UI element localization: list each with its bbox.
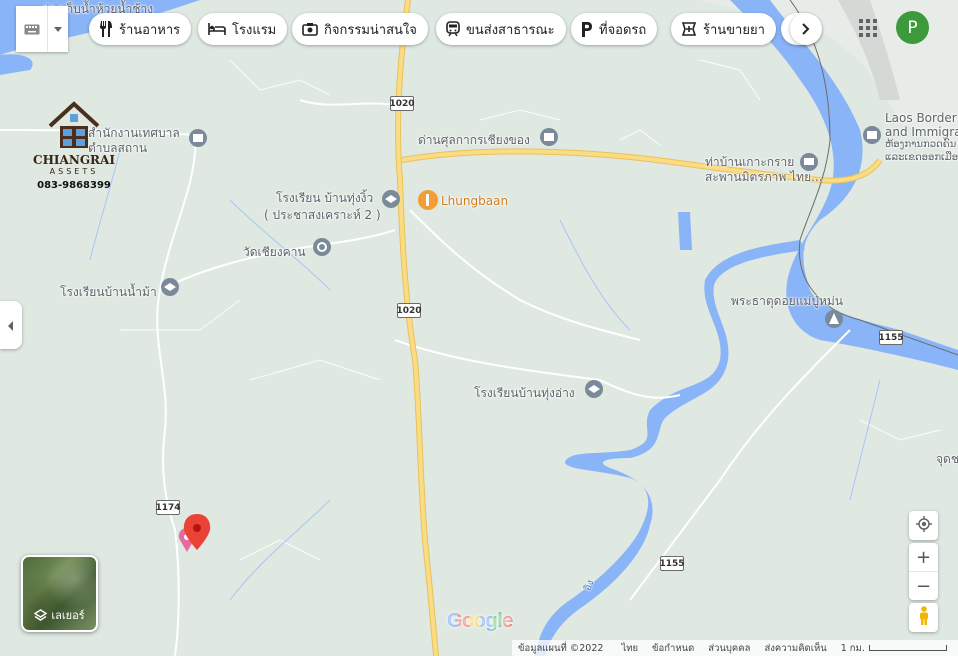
pharmacy-icon xyxy=(681,21,697,37)
chiangrai-assets-logo: CHIANGRAI ASSETS 083-9868399 xyxy=(24,100,124,191)
chips-scroll-button[interactable] xyxy=(790,13,822,45)
parking-icon xyxy=(581,21,593,37)
chip-pharmacy[interactable]: ร้านขายยา xyxy=(671,13,776,45)
route-shield: 1155 xyxy=(659,556,685,571)
map-label-phra-that[interactable]: พระธาตุดอยแม่ปู่หม่น xyxy=(731,292,843,311)
chip-label: ร้านขายยา xyxy=(703,22,765,38)
map-label-school-tung-ang[interactable]: โรงเรียนบ้านทุ่งอ่าง xyxy=(474,384,575,403)
map-label-school-nammaa[interactable]: โรงเรียนบ้านน้ำม้า xyxy=(60,283,157,302)
pegman-icon xyxy=(918,605,930,630)
layers-icon xyxy=(34,608,48,622)
customs-poi-icon[interactable] xyxy=(540,128,558,146)
footer-terms-link[interactable]: ข้อกำหนด xyxy=(652,641,694,656)
chevron-down-icon[interactable] xyxy=(48,6,68,52)
chip-label: โรงแรม xyxy=(232,22,277,38)
logo-sub: ASSETS xyxy=(49,167,99,176)
fork-knife-icon xyxy=(99,21,113,37)
route-shield: 1174 xyxy=(155,500,181,515)
logo-phone: 083-9868399 xyxy=(37,180,111,191)
school-poi-icon[interactable] xyxy=(585,380,603,398)
government-poi-icon[interactable] xyxy=(189,129,207,147)
map-label-lhungbaan[interactable]: Lhungbaan xyxy=(441,194,508,208)
map-copyright: ข้อมูลแผนที่ ©2022 xyxy=(518,642,604,654)
footer-feedback-link[interactable]: ส่งความคิดเห็น xyxy=(764,641,826,656)
landmark-poi-icon[interactable] xyxy=(825,310,843,328)
chip-restaurants[interactable]: ร้านอาหาร xyxy=(89,13,192,45)
zoom-controls: + − xyxy=(909,543,938,600)
my-location-icon xyxy=(915,515,932,536)
map-label-laos-local-2: ແລະເຂດອອກເມືອງ xyxy=(885,152,958,163)
map-label-laos-immigration: and Immigra xyxy=(885,125,958,139)
input-tools[interactable] xyxy=(16,6,68,52)
map-label-customs[interactable]: ด่านศุลกากรเชียงของ xyxy=(418,131,530,150)
chip-label: ขนส่งสาธารณะ xyxy=(466,22,555,38)
footer-language-link[interactable]: ไทย xyxy=(621,641,638,656)
route-shield: 1155 xyxy=(878,330,904,345)
route-shield: 1020 xyxy=(389,96,415,111)
map-label-laos-border[interactable]: Laos Border xyxy=(885,111,957,125)
keyboard-icon[interactable] xyxy=(16,6,49,52)
school-poi-icon[interactable] xyxy=(161,278,179,296)
map-scale-bar xyxy=(868,645,947,651)
map-label-laos-local-1: ຫ້ອງການກວດຄົນ xyxy=(885,139,957,150)
google-logo: Google xyxy=(447,610,513,633)
map-label-wat[interactable]: วัดเชียงคาน xyxy=(243,243,306,262)
chip-label: กิจกรรมน่าสนใจ xyxy=(324,22,417,38)
camera-icon xyxy=(302,22,318,36)
layers-button[interactable]: เลเยอร์ xyxy=(21,555,98,632)
restaurant-poi-icon[interactable] xyxy=(418,190,438,210)
chip-parking[interactable]: ที่จอดรถ xyxy=(571,13,658,45)
border-poi-icon[interactable] xyxy=(863,126,881,144)
chip-label: ที่จอดรถ xyxy=(599,22,647,38)
map-label-school-tungngiw-sub: ( ประชาสงเคราะห์ 2 ) xyxy=(264,208,381,222)
map-canvas[interactable] xyxy=(0,0,958,656)
school-poi-icon[interactable] xyxy=(382,190,400,208)
map-scale-label[interactable]: 1 กม. xyxy=(841,641,865,656)
zoom-in-button[interactable]: + xyxy=(909,543,938,572)
chip-attractions[interactable]: กิจกรรมน่าสนใจ xyxy=(292,13,428,45)
route-shield: 1020 xyxy=(396,303,422,318)
collapse-panel-button[interactable] xyxy=(0,301,22,349)
chip-hotels[interactable]: โรงแรม xyxy=(198,13,288,45)
train-icon xyxy=(446,21,460,37)
zoom-out-button[interactable]: − xyxy=(909,572,938,600)
chevron-left-icon xyxy=(8,316,14,335)
logo-name: CHIANGRAI xyxy=(33,153,115,167)
footer-privacy-link[interactable]: ส่วนบุคคล xyxy=(708,641,750,656)
google-logo-text: Google xyxy=(447,610,513,632)
layers-label: เลเยอร์ xyxy=(51,609,85,622)
chip-transit[interactable]: ขนส่งสาธารณะ xyxy=(436,13,566,45)
map-label-bridge: สะพานมิตรภาพ ไทย... xyxy=(705,170,823,184)
my-location-button[interactable] xyxy=(909,511,938,540)
map-footer: ข้อมูลแผนที่ ©2022 ไทย ข้อกำหนด ส่วนบุคค… xyxy=(512,640,958,656)
layers-label-row: เลเยอร์ xyxy=(23,606,96,624)
pegman-button[interactable] xyxy=(909,603,938,632)
house-logo-icon xyxy=(48,101,100,148)
chip-label: ร้านอาหาร xyxy=(119,22,181,38)
chevron-right-icon xyxy=(802,20,810,39)
apps-grid-icon[interactable] xyxy=(859,19,877,37)
bed-icon xyxy=(208,23,226,35)
avatar[interactable]: P xyxy=(896,11,929,44)
map-label-edge: จุดชม xyxy=(936,452,958,466)
temple-poi-icon[interactable] xyxy=(313,238,331,256)
